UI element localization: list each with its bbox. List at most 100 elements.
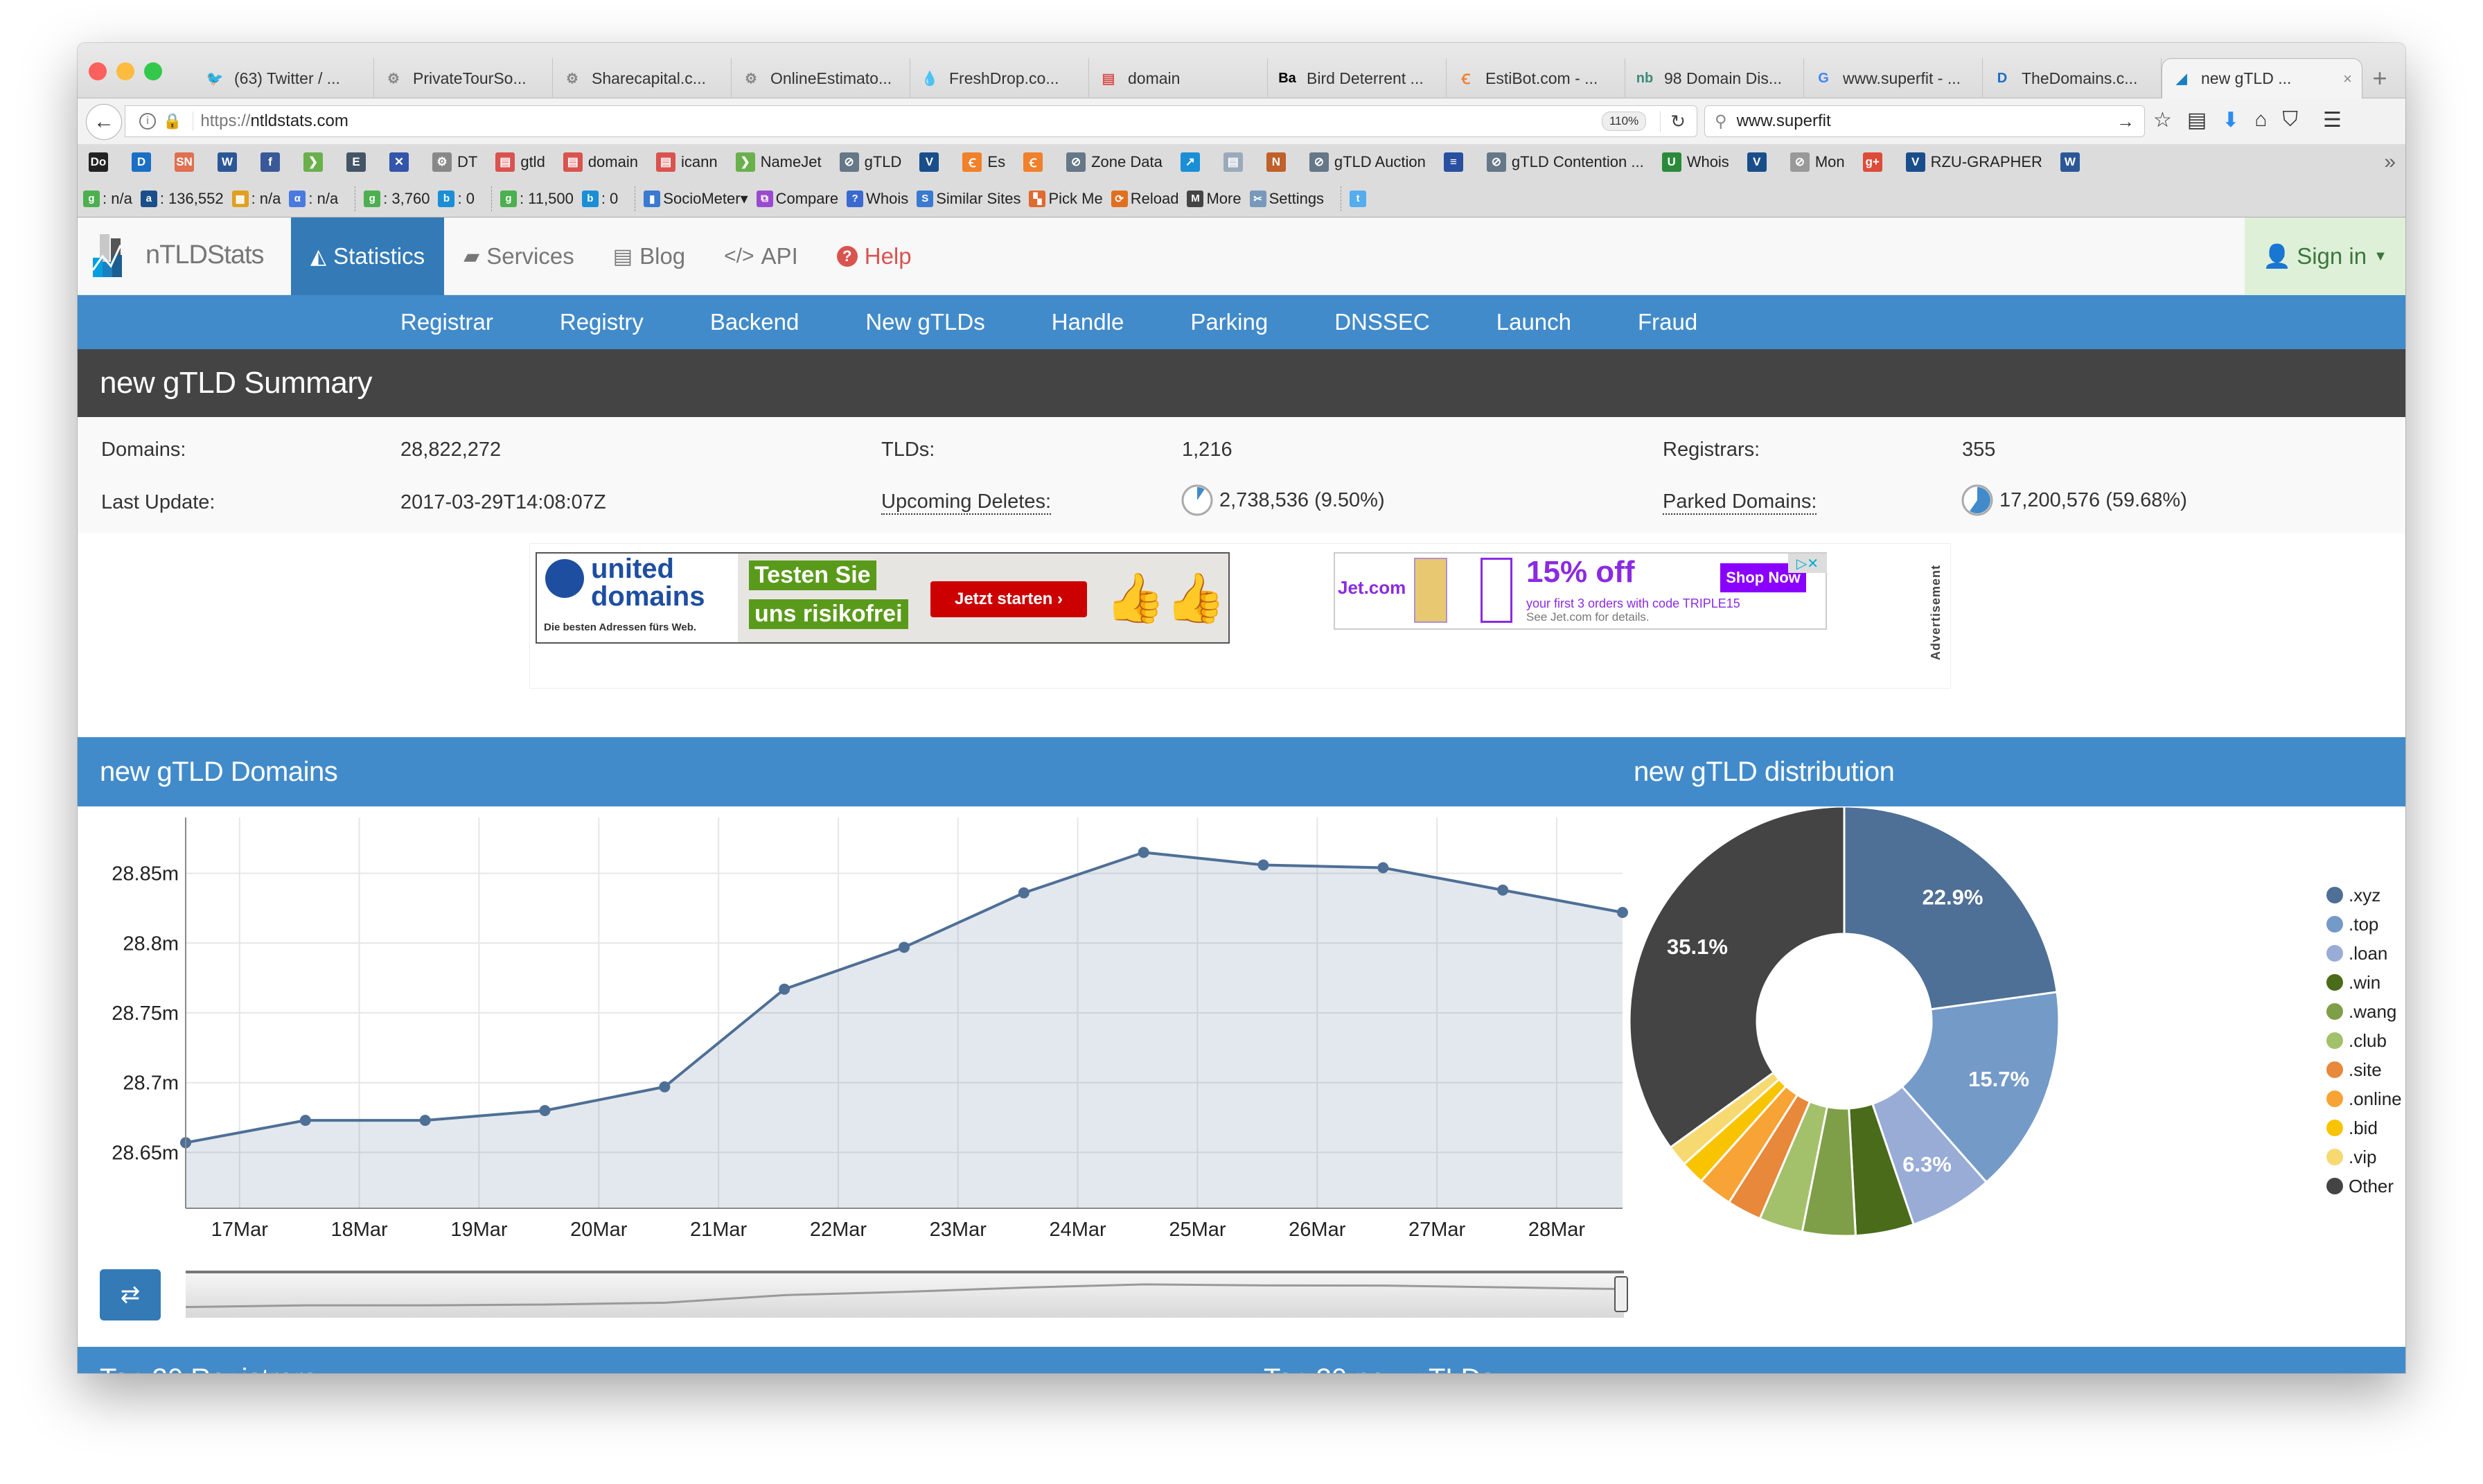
- nav-blog[interactable]: ▤ Blog: [594, 218, 705, 295]
- bookmark-item[interactable]: ▤ gtld: [495, 152, 545, 172]
- data-point[interactable]: [779, 983, 790, 995]
- search-bar[interactable]: ⚲ www.superfit →: [1704, 105, 2145, 137]
- subnav-new-gtlds[interactable]: New gTLDs: [832, 295, 1018, 349]
- addon-item[interactable]: ? Whois: [847, 190, 908, 208]
- bookmark-item[interactable]: ⚙ DT: [432, 152, 477, 172]
- browser-tab[interactable]: Ꞓ EstiBot.com - ...: [1447, 58, 1625, 98]
- data-point[interactable]: [539, 1105, 551, 1116]
- addon-item[interactable]: b: 0: [438, 190, 475, 208]
- browser-tab[interactable]: D TheDomains.c...: [1983, 58, 2162, 98]
- addon-item[interactable]: g: 3,760: [364, 190, 430, 208]
- addon-item[interactable]: g: n/a: [83, 190, 132, 208]
- legend-label[interactable]: .win: [2349, 972, 2380, 993]
- bookmark-item[interactable]: ▤: [1223, 152, 1248, 172]
- addon-item[interactable]: t: [1350, 190, 1369, 207]
- subnav-backend[interactable]: Backend: [677, 295, 832, 349]
- back-button[interactable]: ←: [86, 104, 122, 140]
- browser-tab[interactable]: ⚙ PrivateTourSo...: [374, 58, 553, 98]
- addon-item[interactable]: ▚ Pick Me: [1029, 190, 1103, 208]
- reload-icon[interactable]: ↻: [1660, 110, 1686, 132]
- pocket-icon[interactable]: ⛉: [2283, 108, 2299, 132]
- data-point[interactable]: [1138, 847, 1149, 858]
- bookmark-item[interactable]: ⊘ gTLD: [839, 152, 901, 172]
- data-point[interactable]: [1377, 862, 1389, 874]
- bookmark-item[interactable]: f: [260, 152, 285, 172]
- data-point[interactable]: [659, 1081, 671, 1093]
- browser-tab[interactable]: ▤ domain: [1089, 58, 1268, 98]
- bookmark-item[interactable]: ⊘ Zone Data: [1066, 152, 1163, 172]
- new-tab-button[interactable]: +: [2362, 58, 2397, 98]
- browser-tab[interactable]: 🐦 (63) Twitter / ...: [195, 58, 374, 98]
- brand-link[interactable]: nTLDStats: [93, 230, 265, 280]
- ad1-cta-button[interactable]: Jetzt starten ›: [930, 581, 1087, 617]
- bookmark-item[interactable]: V: [1747, 152, 1772, 172]
- nav-help[interactable]: ? Help: [818, 218, 931, 295]
- subnav-handle[interactable]: Handle: [1018, 295, 1158, 349]
- bookmark-item[interactable]: ⊘ gTLD Contention ...: [1486, 152, 1644, 172]
- bookmark-item[interactable]: ❯: [303, 152, 328, 172]
- bookmarks-overflow-icon[interactable]: »: [2384, 150, 2396, 174]
- legend-label[interactable]: .xyz: [2349, 885, 2380, 906]
- addon-item[interactable]: ✂ Settings: [1249, 190, 1324, 208]
- bookmark-item[interactable]: W: [2060, 152, 2085, 172]
- legend-label[interactable]: .online: [2349, 1088, 2402, 1109]
- data-point[interactable]: [899, 942, 910, 953]
- bookmark-item[interactable]: ⊘ gTLD Auction: [1309, 152, 1426, 172]
- legend-label[interactable]: .loan: [2349, 943, 2387, 964]
- addon-item[interactable]: g: 11,500: [500, 190, 574, 208]
- bookmark-item[interactable]: U Whois: [1661, 152, 1729, 172]
- browser-tab[interactable]: Gwww.superfit - ...: [1804, 58, 1983, 98]
- adchoices-close-icon[interactable]: ▷✕: [1788, 554, 1827, 573]
- bookmark-item[interactable]: ↗: [1180, 152, 1205, 172]
- bookmark-item[interactable]: SN: [175, 152, 200, 172]
- menu-icon[interactable]: ☰: [2323, 108, 2342, 132]
- bookmark-item[interactable]: ❯ NameJet: [735, 152, 822, 172]
- bookmark-item[interactable]: N: [1266, 152, 1291, 172]
- addon-item[interactable]: M More: [1187, 190, 1242, 208]
- reading-list-icon[interactable]: ▤: [2187, 108, 2207, 132]
- addon-item[interactable]: ⟳ Reload: [1111, 190, 1178, 208]
- nav-api[interactable]: </> API: [705, 218, 818, 295]
- close-tab-icon[interactable]: ×: [2343, 70, 2352, 88]
- bookmark-star-icon[interactable]: ☆: [2153, 108, 2172, 132]
- browser-tab[interactable]: ⚙ Sharecapital.c...: [553, 58, 732, 98]
- addon-item[interactable]: S Similar Sites: [917, 190, 1020, 208]
- bookmark-item[interactable]: Ꞓ Es: [962, 152, 1005, 172]
- toggle-chart-button[interactable]: ⇄: [100, 1269, 161, 1320]
- data-point[interactable]: [299, 1115, 311, 1127]
- data-point[interactable]: [1257, 859, 1269, 871]
- subnav-fraud[interactable]: Fraud: [1605, 295, 1731, 349]
- browser-tab-active[interactable]: ◢ new gTLD ... ×: [2162, 58, 2362, 98]
- addon-item[interactable]: ▮ SocioMeter▾: [644, 190, 748, 208]
- bookmark-item[interactable]: V: [919, 152, 944, 172]
- data-point[interactable]: [1018, 887, 1030, 899]
- subnav-registry[interactable]: Registry: [527, 295, 677, 349]
- jet-ad[interactable]: Jet.com 15% off Shop Now ▷✕ your first 3…: [1334, 552, 1827, 630]
- address-bar[interactable]: i 🔒 https://ntldstats.com 110% ↻: [125, 105, 1697, 137]
- close-window-button[interactable]: [89, 62, 107, 80]
- data-point[interactable]: [419, 1115, 431, 1127]
- legend-label[interactable]: .wang: [2349, 1001, 2396, 1022]
- data-point[interactable]: [1617, 906, 1628, 918]
- legend-label[interactable]: .vip: [2349, 1147, 2376, 1167]
- bookmark-item[interactable]: Do: [89, 152, 114, 172]
- legend-label[interactable]: .bid: [2349, 1118, 2378, 1138]
- legend-label[interactable]: .club: [2349, 1030, 2387, 1051]
- addon-item[interactable]: b: 0: [581, 190, 618, 208]
- pie-slice[interactable]: [1629, 806, 1846, 1149]
- bookmark-item[interactable]: g+: [1862, 152, 1888, 172]
- subnav-registrar[interactable]: Registrar: [367, 295, 527, 349]
- addon-item[interactable]: a: 136,552: [140, 190, 224, 208]
- addon-item[interactable]: α: n/a: [289, 190, 338, 208]
- bookmark-item[interactable]: ▤ domain: [563, 152, 638, 172]
- search-input[interactable]: www.superfit: [1737, 112, 1831, 131]
- browser-tab[interactable]: nb 98 Domain Dis...: [1625, 58, 1804, 98]
- chart-navigator[interactable]: [185, 1271, 1628, 1318]
- bookmark-item[interactable]: D: [132, 152, 157, 172]
- sign-in-dropdown[interactable]: 👤 Sign in ▼: [2245, 218, 2405, 295]
- nav-statistics[interactable]: ◭ Statistics: [291, 218, 445, 295]
- home-icon[interactable]: ⌂: [2254, 108, 2267, 132]
- legend-label[interactable]: .top: [2349, 914, 2378, 935]
- info-icon[interactable]: i: [139, 113, 156, 130]
- subnav-launch[interactable]: Launch: [1463, 295, 1605, 349]
